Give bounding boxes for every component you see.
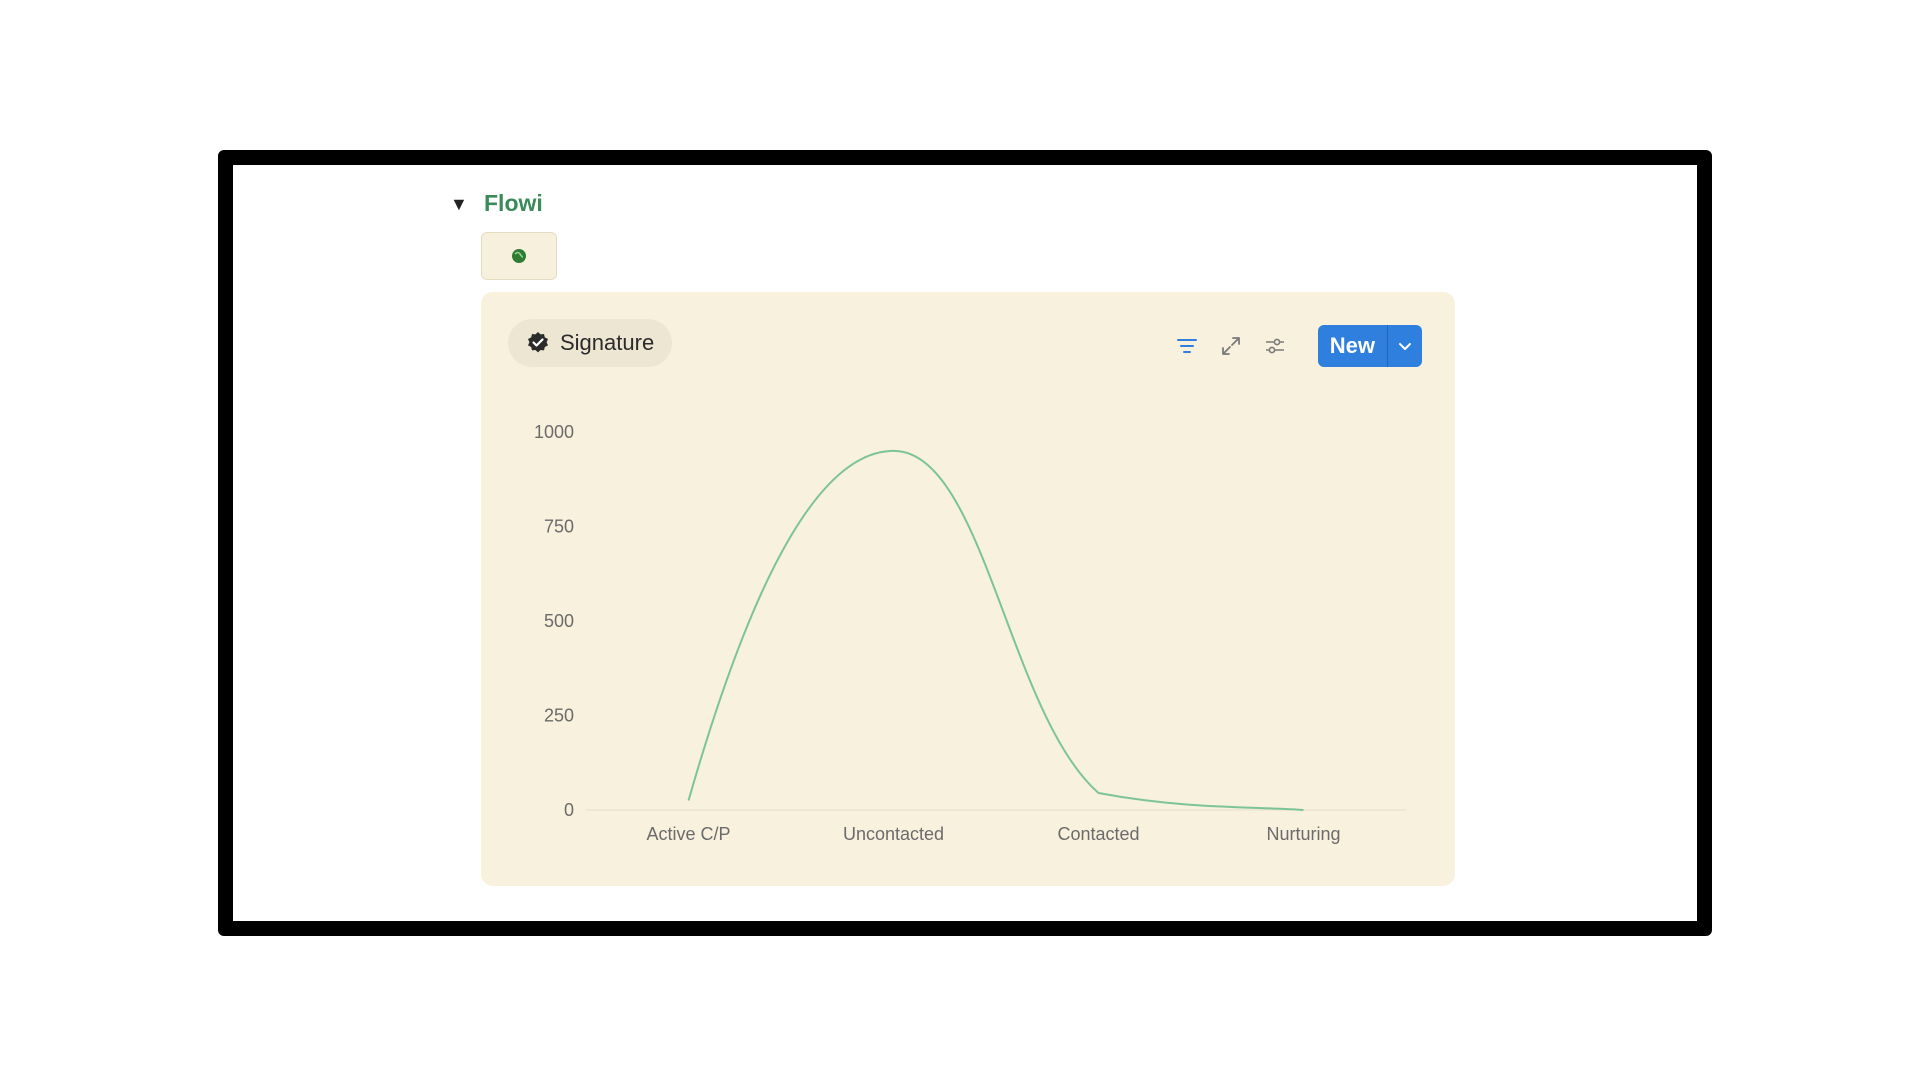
filter-icon-glyph — [1176, 339, 1197, 353]
page-icon-tile[interactable] — [481, 232, 557, 280]
y-tick-label: 1000 — [534, 422, 574, 442]
x-tick-label: Uncontacted — [843, 824, 944, 844]
view-tab-signature[interactable]: Signature — [508, 319, 673, 367]
new-button[interactable]: New — [1317, 325, 1422, 367]
y-tick-label: 250 — [544, 706, 574, 726]
x-tick-label: Contacted — [1057, 824, 1139, 844]
chevron-down-icon[interactable] — [1387, 325, 1422, 367]
x-tick-label: Active C/P — [646, 824, 730, 844]
collapse-arrow-icon[interactable]: ▼ — [450, 194, 470, 214]
y-axis: 1000 750 500 250 0 — [534, 422, 574, 820]
chart-panel: Signature New 1000 750 500 250 0 Active … — [481, 292, 1455, 886]
filter-icon[interactable] — [1174, 333, 1200, 359]
verified-badge-icon — [528, 332, 548, 353]
view-tab-label: Signature — [560, 330, 655, 355]
expand-icon[interactable] — [1218, 333, 1244, 359]
sliders-icon[interactable] — [1262, 333, 1288, 359]
x-tick-label: Nurturing — [1266, 824, 1340, 844]
line-chart: 1000 750 500 250 0 Active C/P Uncontacted Cont… — [534, 422, 1406, 844]
toggle-title[interactable]: Flowi — [484, 190, 543, 217]
y-tick-label: 750 — [544, 517, 574, 537]
view-toolbar: New — [1174, 325, 1422, 367]
green-globe-icon — [512, 249, 526, 263]
y-tick-label: 0 — [564, 800, 574, 820]
new-button-label[interactable]: New — [1318, 333, 1387, 359]
x-axis: Active C/P Uncontacted Contacted Nurturing — [646, 824, 1340, 844]
expand-icon-glyph — [1221, 337, 1240, 355]
chevron-down-glyph — [1399, 343, 1411, 350]
sliders-icon-glyph — [1265, 338, 1284, 354]
y-tick-label: 500 — [544, 611, 574, 631]
series-line — [687, 449, 1304, 811]
toggle-header[interactable]: ▼ Flowi — [450, 190, 543, 217]
